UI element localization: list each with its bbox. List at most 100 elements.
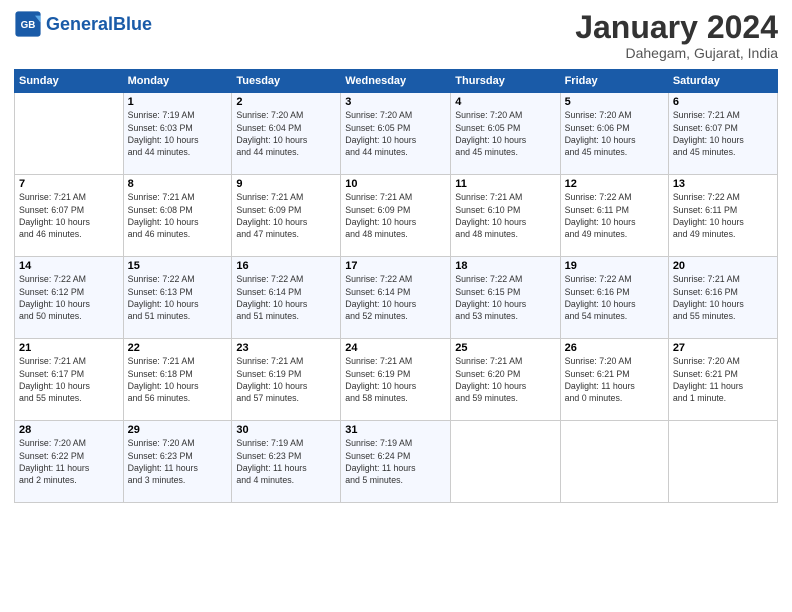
- day-cell: 24Sunrise: 7:21 AM Sunset: 6:19 PM Dayli…: [341, 339, 451, 421]
- day-cell: 26Sunrise: 7:20 AM Sunset: 6:21 PM Dayli…: [560, 339, 668, 421]
- day-info: Sunrise: 7:19 AM Sunset: 6:24 PM Dayligh…: [345, 437, 446, 486]
- day-cell: 12Sunrise: 7:22 AM Sunset: 6:11 PM Dayli…: [560, 175, 668, 257]
- day-cell: [560, 421, 668, 503]
- logo-general: General: [46, 14, 113, 34]
- day-number: 12: [565, 178, 664, 190]
- day-info: Sunrise: 7:22 AM Sunset: 6:13 PM Dayligh…: [128, 273, 228, 322]
- day-number: 3: [345, 96, 446, 108]
- day-number: 28: [19, 424, 119, 436]
- day-cell: 27Sunrise: 7:20 AM Sunset: 6:21 PM Dayli…: [668, 339, 777, 421]
- day-number: 17: [345, 260, 446, 272]
- day-info: Sunrise: 7:21 AM Sunset: 6:16 PM Dayligh…: [673, 273, 773, 322]
- day-number: 10: [345, 178, 446, 190]
- day-cell: [668, 421, 777, 503]
- day-cell: 13Sunrise: 7:22 AM Sunset: 6:11 PM Dayli…: [668, 175, 777, 257]
- day-info: Sunrise: 7:19 AM Sunset: 6:23 PM Dayligh…: [236, 437, 336, 486]
- day-number: 24: [345, 342, 446, 354]
- day-info: Sunrise: 7:21 AM Sunset: 6:20 PM Dayligh…: [455, 355, 555, 404]
- day-info: Sunrise: 7:22 AM Sunset: 6:11 PM Dayligh…: [565, 191, 664, 240]
- day-number: 30: [236, 424, 336, 436]
- day-cell: 10Sunrise: 7:21 AM Sunset: 6:09 PM Dayli…: [341, 175, 451, 257]
- logo-blue: Blue: [113, 14, 152, 34]
- day-number: 29: [128, 424, 228, 436]
- day-number: 19: [565, 260, 664, 272]
- day-cell: 23Sunrise: 7:21 AM Sunset: 6:19 PM Dayli…: [232, 339, 341, 421]
- day-info: Sunrise: 7:21 AM Sunset: 6:09 PM Dayligh…: [345, 191, 446, 240]
- day-number: 6: [673, 96, 773, 108]
- day-number: 31: [345, 424, 446, 436]
- day-number: 9: [236, 178, 336, 190]
- logo-icon: GB: [14, 10, 42, 38]
- day-cell: 15Sunrise: 7:22 AM Sunset: 6:13 PM Dayli…: [123, 257, 232, 339]
- day-info: Sunrise: 7:22 AM Sunset: 6:15 PM Dayligh…: [455, 273, 555, 322]
- day-cell: 11Sunrise: 7:21 AM Sunset: 6:10 PM Dayli…: [451, 175, 560, 257]
- week-row-4: 21Sunrise: 7:21 AM Sunset: 6:17 PM Dayli…: [15, 339, 778, 421]
- day-cell: 18Sunrise: 7:22 AM Sunset: 6:15 PM Dayli…: [451, 257, 560, 339]
- day-cell: 20Sunrise: 7:21 AM Sunset: 6:16 PM Dayli…: [668, 257, 777, 339]
- day-cell: [451, 421, 560, 503]
- col-saturday: Saturday: [668, 70, 777, 93]
- day-cell: 14Sunrise: 7:22 AM Sunset: 6:12 PM Dayli…: [15, 257, 124, 339]
- day-cell: 29Sunrise: 7:20 AM Sunset: 6:23 PM Dayli…: [123, 421, 232, 503]
- day-cell: 7Sunrise: 7:21 AM Sunset: 6:07 PM Daylig…: [15, 175, 124, 257]
- day-cell: 8Sunrise: 7:21 AM Sunset: 6:08 PM Daylig…: [123, 175, 232, 257]
- svg-text:GB: GB: [21, 20, 36, 31]
- location: Dahegam, Gujarat, India: [575, 45, 778, 61]
- week-row-3: 14Sunrise: 7:22 AM Sunset: 6:12 PM Dayli…: [15, 257, 778, 339]
- day-info: Sunrise: 7:21 AM Sunset: 6:18 PM Dayligh…: [128, 355, 228, 404]
- day-number: 14: [19, 260, 119, 272]
- title-block: January 2024 Dahegam, Gujarat, India: [575, 10, 778, 61]
- day-info: Sunrise: 7:20 AM Sunset: 6:04 PM Dayligh…: [236, 109, 336, 158]
- day-info: Sunrise: 7:20 AM Sunset: 6:05 PM Dayligh…: [455, 109, 555, 158]
- day-cell: 17Sunrise: 7:22 AM Sunset: 6:14 PM Dayli…: [341, 257, 451, 339]
- day-info: Sunrise: 7:22 AM Sunset: 6:14 PM Dayligh…: [345, 273, 446, 322]
- day-number: 8: [128, 178, 228, 190]
- day-info: Sunrise: 7:20 AM Sunset: 6:22 PM Dayligh…: [19, 437, 119, 486]
- day-number: 7: [19, 178, 119, 190]
- day-number: 2: [236, 96, 336, 108]
- week-row-1: 1Sunrise: 7:19 AM Sunset: 6:03 PM Daylig…: [15, 93, 778, 175]
- day-number: 21: [19, 342, 119, 354]
- day-number: 22: [128, 342, 228, 354]
- day-info: Sunrise: 7:22 AM Sunset: 6:16 PM Dayligh…: [565, 273, 664, 322]
- day-info: Sunrise: 7:21 AM Sunset: 6:10 PM Dayligh…: [455, 191, 555, 240]
- day-cell: 4Sunrise: 7:20 AM Sunset: 6:05 PM Daylig…: [451, 93, 560, 175]
- day-cell: 16Sunrise: 7:22 AM Sunset: 6:14 PM Dayli…: [232, 257, 341, 339]
- day-number: 26: [565, 342, 664, 354]
- day-cell: 9Sunrise: 7:21 AM Sunset: 6:09 PM Daylig…: [232, 175, 341, 257]
- day-info: Sunrise: 7:22 AM Sunset: 6:14 PM Dayligh…: [236, 273, 336, 322]
- logo: GB GeneralBlue: [14, 10, 152, 38]
- day-number: 1: [128, 96, 228, 108]
- month-title: January 2024: [575, 10, 778, 45]
- col-wednesday: Wednesday: [341, 70, 451, 93]
- header-row: Sunday Monday Tuesday Wednesday Thursday…: [15, 70, 778, 93]
- day-info: Sunrise: 7:21 AM Sunset: 6:07 PM Dayligh…: [673, 109, 773, 158]
- day-number: 4: [455, 96, 555, 108]
- col-monday: Monday: [123, 70, 232, 93]
- day-number: 16: [236, 260, 336, 272]
- day-cell: 1Sunrise: 7:19 AM Sunset: 6:03 PM Daylig…: [123, 93, 232, 175]
- day-number: 20: [673, 260, 773, 272]
- day-info: Sunrise: 7:20 AM Sunset: 6:06 PM Dayligh…: [565, 109, 664, 158]
- day-number: 11: [455, 178, 555, 190]
- header: GB GeneralBlue January 2024 Dahegam, Guj…: [14, 10, 778, 61]
- col-tuesday: Tuesday: [232, 70, 341, 93]
- day-cell: 3Sunrise: 7:20 AM Sunset: 6:05 PM Daylig…: [341, 93, 451, 175]
- day-info: Sunrise: 7:20 AM Sunset: 6:23 PM Dayligh…: [128, 437, 228, 486]
- day-cell: [15, 93, 124, 175]
- day-info: Sunrise: 7:21 AM Sunset: 6:07 PM Dayligh…: [19, 191, 119, 240]
- week-row-5: 28Sunrise: 7:20 AM Sunset: 6:22 PM Dayli…: [15, 421, 778, 503]
- day-info: Sunrise: 7:22 AM Sunset: 6:12 PM Dayligh…: [19, 273, 119, 322]
- day-info: Sunrise: 7:21 AM Sunset: 6:17 PM Dayligh…: [19, 355, 119, 404]
- day-info: Sunrise: 7:21 AM Sunset: 6:19 PM Dayligh…: [236, 355, 336, 404]
- day-info: Sunrise: 7:19 AM Sunset: 6:03 PM Dayligh…: [128, 109, 228, 158]
- day-info: Sunrise: 7:20 AM Sunset: 6:21 PM Dayligh…: [673, 355, 773, 404]
- week-row-2: 7Sunrise: 7:21 AM Sunset: 6:07 PM Daylig…: [15, 175, 778, 257]
- day-number: 23: [236, 342, 336, 354]
- day-info: Sunrise: 7:20 AM Sunset: 6:05 PM Dayligh…: [345, 109, 446, 158]
- day-cell: 31Sunrise: 7:19 AM Sunset: 6:24 PM Dayli…: [341, 421, 451, 503]
- calendar-table: Sunday Monday Tuesday Wednesday Thursday…: [14, 69, 778, 503]
- day-info: Sunrise: 7:21 AM Sunset: 6:09 PM Dayligh…: [236, 191, 336, 240]
- day-number: 25: [455, 342, 555, 354]
- day-cell: 6Sunrise: 7:21 AM Sunset: 6:07 PM Daylig…: [668, 93, 777, 175]
